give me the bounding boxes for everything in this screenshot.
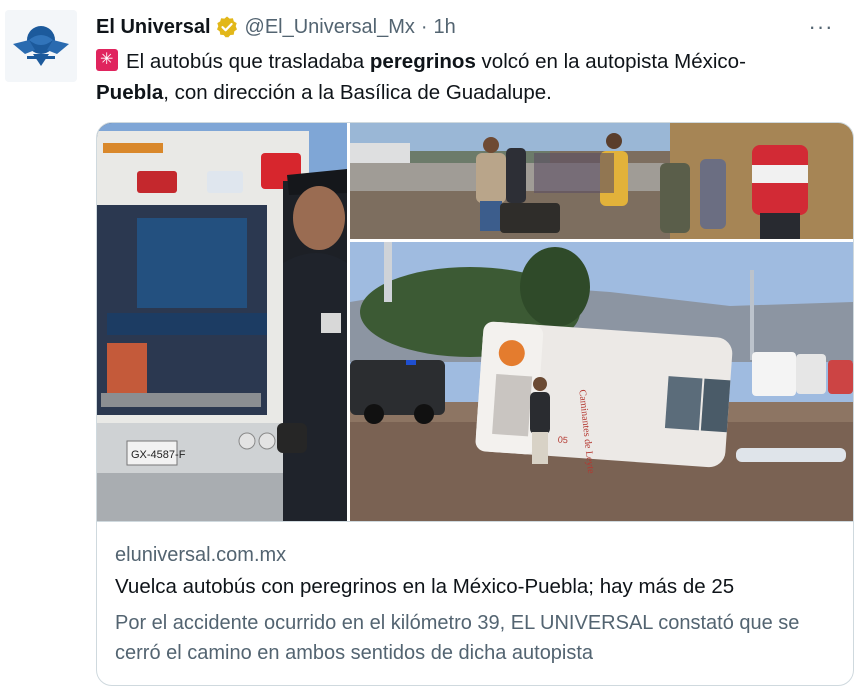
tweet-text-part1: El autobús que trasladaba — [126, 50, 370, 73]
plate-text: GX-4587-F — [131, 449, 186, 461]
tweet-text-part3: , con dirección a la Basílica de Guadalu… — [163, 81, 552, 104]
verified-badge-icon — [216, 16, 237, 38]
author-name[interactable]: El Universal — [96, 16, 211, 39]
siren-emoji — [96, 49, 118, 71]
bus-number: 05 — [558, 435, 569, 446]
author-handle[interactable]: @El_Universal_Mx — [245, 16, 415, 39]
photo-overturned-bus[interactable]: Caminantes de Leyte 05 — [350, 242, 853, 521]
link-card-body[interactable]: eluniversal.com.mx Vuelca autobús con pe… — [97, 521, 853, 685]
link-domain: eluniversal.com.mx — [115, 544, 287, 566]
tweet-text-part2: volcó en la autopista México- — [475, 50, 746, 73]
tweet-timestamp[interactable]: 1h — [434, 16, 456, 39]
link-card[interactable]: GX-4587-F Caminantes de Leyte 05 elunive… — [96, 122, 854, 686]
tweet-text: El autobús que trasladaba peregrinos vol… — [96, 46, 846, 108]
avatar[interactable] — [5, 10, 77, 82]
tweet-text-bold2: Puebla — [96, 81, 164, 104]
media-grid[interactable]: GX-4587-F Caminantes de Leyte 05 — [97, 123, 853, 521]
eagle-globe-logo — [5, 10, 77, 82]
tweet-text-bold1: peregrinos — [369, 50, 476, 73]
photo-passengers[interactable] — [350, 123, 853, 239]
more-options-icon[interactable]: ··· — [806, 14, 836, 40]
link-headline[interactable]: Vuelca autobús con peregrinos en la Méxi… — [115, 575, 734, 599]
link-description: Por el accidente ocurrido en el kilómetr… — [115, 612, 800, 664]
photo-ambulance[interactable]: GX-4587-F — [97, 123, 347, 521]
tweet-header: El Universal @El_Universal_Mx · 1h ··· — [96, 14, 842, 40]
separator-dot: · — [420, 15, 428, 38]
